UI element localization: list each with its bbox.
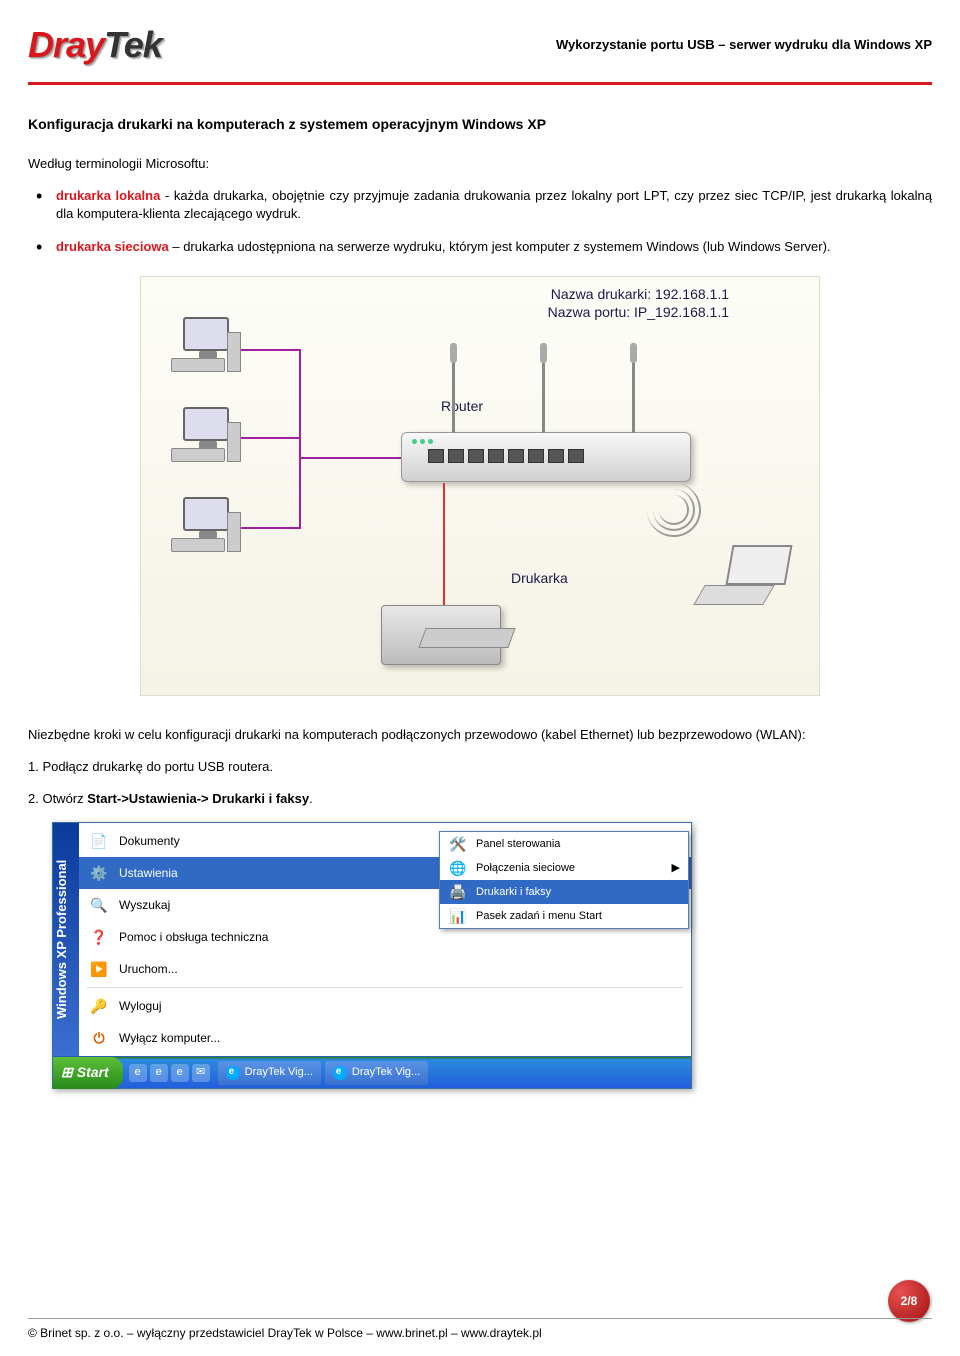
cable bbox=[241, 437, 301, 439]
term-local-desc: - każda drukarka, obojętnie czy przyjmuj… bbox=[56, 188, 932, 221]
page-header: DrayTek Wykorzystanie portu USB – serwer… bbox=[28, 20, 932, 78]
step-2-post: . bbox=[309, 791, 313, 806]
net-icon bbox=[448, 858, 468, 878]
menu-item-label: Ustawienia bbox=[119, 865, 178, 882]
steps-intro: Niezbędne kroki w celu konfiguracji druk… bbox=[28, 726, 932, 744]
document-header-title: Wykorzystanie portu USB – serwer wydruku… bbox=[556, 36, 932, 54]
settings-submenu: Panel sterowania Połączenia sieciowe ▶ Druk… bbox=[439, 831, 689, 929]
run-icon bbox=[89, 959, 109, 979]
menu-item-label: Uruchom... bbox=[119, 961, 178, 978]
pc-icon bbox=[171, 497, 241, 552]
cp-icon bbox=[448, 834, 468, 854]
quick-launch-icon[interactable]: e bbox=[171, 1064, 189, 1082]
ie-icon bbox=[333, 1066, 347, 1080]
laptop-device bbox=[699, 545, 789, 605]
term-network: drukarka sieciowa bbox=[56, 239, 169, 254]
taskbar-task[interactable]: DrayTek Vig... bbox=[218, 1061, 321, 1085]
cable bbox=[299, 457, 301, 529]
logo-text-2: Tek bbox=[104, 24, 162, 65]
terminology-list: drukarka lokalna - każda drukarka, oboję… bbox=[28, 187, 932, 256]
submenu-item[interactable]: Drukarki i faksy bbox=[440, 880, 688, 904]
menu-item-label: Pomoc i obsługa techniczna bbox=[119, 929, 268, 946]
doc-icon bbox=[89, 831, 109, 851]
menu-item-label: Wyloguj bbox=[119, 998, 162, 1015]
submenu-item-label: Drukarki i faksy bbox=[476, 885, 551, 900]
start-menu-screenshot: Windows XP Professional Dokumenty ▶ Ustawi… bbox=[52, 822, 692, 1089]
gear-icon bbox=[89, 863, 109, 883]
taskbar-icon bbox=[448, 906, 468, 926]
start-sidebar-label: Windows XP Professional bbox=[53, 823, 79, 1056]
task-label: DrayTek Vig... bbox=[352, 1065, 420, 1080]
network-diagram: Nazwa drukarki: 192.168.1.1 Nazwa portu:… bbox=[140, 276, 820, 696]
submenu-item[interactable]: Panel sterowania bbox=[440, 832, 688, 856]
wifi-signal-icon bbox=[647, 483, 701, 537]
start-menu-item[interactable]: Wyłącz komputer... bbox=[79, 1022, 691, 1054]
submenu-arrow-icon: ▶ bbox=[672, 861, 680, 876]
quick-launch: e e e ✉ bbox=[123, 1064, 216, 1082]
submenu-item[interactable]: Pasek zadań i menu Start bbox=[440, 904, 688, 928]
taskbar: Start e e e ✉ DrayTek Vig... DrayTek Vig… bbox=[53, 1056, 691, 1088]
term-local: drukarka lokalna bbox=[56, 188, 160, 203]
cable bbox=[241, 349, 301, 351]
pc-icon bbox=[171, 407, 241, 462]
printer-device bbox=[381, 605, 501, 665]
diagram-port-name: Nazwa portu: IP_192.168.1.1 bbox=[548, 303, 729, 323]
menu-item-label: Dokumenty bbox=[119, 833, 180, 850]
start-button-label: Start bbox=[77, 1063, 109, 1083]
submenu-item-label: Połączenia sieciowe bbox=[476, 861, 575, 876]
print-icon bbox=[448, 882, 468, 902]
cable bbox=[299, 349, 301, 459]
start-menu-item[interactable]: Uruchom... bbox=[79, 953, 691, 985]
step-2-path: Start->Ustawienia-> Drukarki i faksy bbox=[87, 791, 309, 806]
quick-launch-icon[interactable]: e bbox=[129, 1064, 147, 1082]
submenu-item[interactable]: Połączenia sieciowe ▶ bbox=[440, 856, 688, 880]
start-button[interactable]: Start bbox=[53, 1057, 123, 1089]
pc-icon bbox=[171, 317, 241, 372]
section-heading: Konfiguracja drukarki na komputerach z s… bbox=[28, 115, 932, 135]
red-divider bbox=[28, 82, 932, 85]
intro-text: Według terminologii Microsoftu: bbox=[28, 155, 932, 173]
logo-text-1: Dray bbox=[28, 24, 104, 65]
diagram-printer-name: Nazwa drukarki: 192.168.1.1 bbox=[551, 285, 729, 305]
step-2: 2. Otwórz Start->Ustawienia-> Drukarki i… bbox=[28, 790, 932, 808]
task-label: DrayTek Vig... bbox=[245, 1065, 313, 1080]
quick-launch-icon[interactable]: e bbox=[150, 1064, 168, 1082]
start-menu-item[interactable]: Wyloguj bbox=[79, 990, 691, 1022]
menu-item-label: Wyłącz komputer... bbox=[119, 1030, 220, 1047]
submenu-item-label: Panel sterowania bbox=[476, 837, 560, 852]
step-2-pre: 2. Otwórz bbox=[28, 791, 87, 806]
page-number-badge: 2/8 bbox=[888, 1280, 930, 1322]
term-network-desc: – drukarka udostępniona na serwerze wydr… bbox=[169, 239, 831, 254]
help-icon bbox=[89, 927, 109, 947]
bullet-local-printer: drukarka lokalna - każda drukarka, oboję… bbox=[56, 187, 932, 223]
draytek-logo: DrayTek bbox=[28, 20, 162, 70]
page-footer: © Brinet sp. z o.o. – wyłączny przedstaw… bbox=[28, 1318, 932, 1342]
logoff-icon bbox=[89, 996, 109, 1016]
menu-separator bbox=[87, 987, 683, 988]
ie-icon bbox=[226, 1066, 240, 1080]
diagram-printer-label: Drukarka bbox=[511, 569, 568, 589]
power-icon bbox=[89, 1028, 109, 1048]
step-1: 1. Podłącz drukarkę do portu USB routera… bbox=[28, 758, 932, 776]
router-device bbox=[401, 432, 691, 482]
diagram-router-label: Router bbox=[441, 397, 483, 417]
cable bbox=[241, 527, 301, 529]
bullet-network-printer: drukarka sieciowa – drukarka udostępnion… bbox=[56, 238, 932, 256]
submenu-item-label: Pasek zadań i menu Start bbox=[476, 909, 602, 924]
search-icon bbox=[89, 895, 109, 915]
quick-launch-icon[interactable]: ✉ bbox=[192, 1064, 210, 1082]
taskbar-task[interactable]: DrayTek Vig... bbox=[325, 1061, 428, 1085]
menu-item-label: Wyszukaj bbox=[119, 897, 170, 914]
windows-logo-icon bbox=[61, 1063, 73, 1083]
